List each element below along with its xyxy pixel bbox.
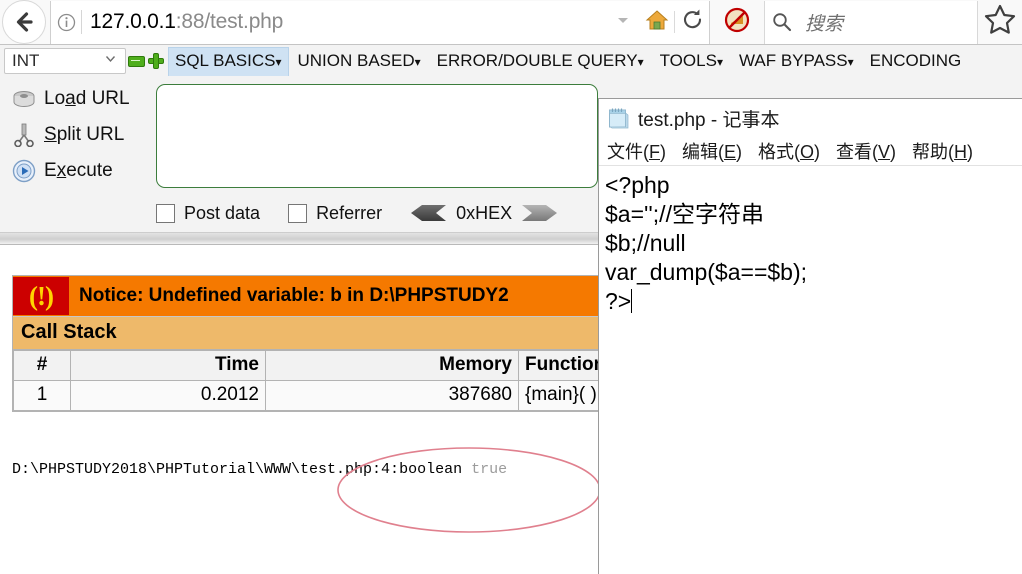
caret-down-icon: ▾ (414, 54, 421, 69)
increase-button[interactable] (146, 48, 166, 74)
split-url-label: Split URL (44, 124, 125, 145)
dump-value: true (471, 461, 508, 478)
address-bar-dropdown-button[interactable] (606, 0, 640, 44)
bookmark-button[interactable] (978, 0, 1022, 44)
minus-icon (127, 55, 145, 67)
back-button[interactable] (2, 0, 46, 44)
back-arrow-icon (11, 9, 37, 35)
type-select[interactable]: INT (4, 48, 126, 74)
home-button[interactable] (640, 0, 674, 44)
search-icon (765, 0, 799, 44)
address-bar[interactable]: 127.0.0.1:88/test.php (50, 0, 710, 44)
star-bookmark-icon (983, 3, 1017, 42)
load-url-icon (4, 88, 44, 110)
notepad-editor[interactable]: <?php $a='';//空字符串 $b;//null var_dump($a… (599, 166, 1022, 316)
split-url-icon (4, 123, 44, 147)
cell-num: 1 (13, 380, 71, 411)
hex-decode-button[interactable] (410, 203, 448, 223)
menu-error-double-query[interactable]: ERROR/DOUBLE QUERY▾ (430, 47, 651, 76)
plus-icon (148, 53, 164, 69)
notepad-menubar: 文件(F) 编辑(E) 格式(O) 查看(V) 帮助(H) (599, 137, 1022, 166)
type-select-value: INT (12, 51, 40, 70)
menu-format[interactable]: 格式(O) (758, 138, 820, 164)
load-url-button[interactable]: Load URL (4, 81, 146, 117)
referrer-checkbox[interactable] (288, 203, 308, 223)
cell-memory: 387680 (265, 380, 519, 411)
col-header-time: Time (70, 350, 266, 381)
menu-tools[interactable]: TOOLS▾ (653, 47, 730, 76)
menu-help[interactable]: 帮助(H) (912, 138, 973, 164)
menu-label: TOOLS (659, 50, 717, 70)
notepad-titlebar[interactable]: test.php - 记事本 (599, 99, 1022, 137)
hex-encode-button[interactable] (520, 203, 558, 223)
url-textarea[interactable] (156, 84, 598, 188)
hackbar-actions: Load URL Split URL Execute (4, 81, 146, 189)
menu-label: ENCODING (869, 50, 962, 70)
reload-button[interactable] (675, 0, 709, 44)
menu-encoding[interactable]: ENCODING (863, 47, 969, 76)
decrease-button[interactable] (126, 48, 146, 74)
notepad-icon (607, 107, 629, 129)
menu-label: ERROR/DOUBLE QUERY (436, 50, 638, 70)
chevron-down-icon (615, 12, 631, 33)
noscript-button[interactable] (710, 0, 764, 44)
caret-down-icon: ▾ (847, 54, 854, 69)
hex-label: 0xHEX (456, 202, 513, 223)
menu-file[interactable]: 文件(F) (607, 138, 666, 164)
noscript-blocked-icon (723, 6, 751, 39)
load-url-label: Load URL (44, 88, 130, 109)
notepad-content: <?php $a='';//空字符串 $b;//null var_dump($a… (605, 172, 808, 314)
post-data-checkbox[interactable] (156, 203, 175, 223)
dump-path: D:\PHPSTUDY2018\PHPTutorial\WWW\test.php… (12, 461, 472, 478)
text-caret (631, 289, 633, 313)
address-bar-url: 127.0.0.1:88/test.php (90, 10, 284, 33)
execute-label: Execute (44, 160, 113, 181)
menu-view[interactable]: 查看(V) (836, 138, 896, 164)
caret-down-icon: ▾ (716, 54, 723, 69)
menu-waf-bypass[interactable]: WAF BYPASS▾ (732, 47, 861, 76)
notepad-title-text: test.php - 记事本 (638, 109, 780, 131)
referrer-label: Referrer (316, 202, 383, 223)
menu-sql-basics[interactable]: SQL BASICS▾ (168, 46, 289, 76)
notepad-window[interactable]: test.php - 记事本 文件(F) 编辑(E) 格式(O) 查看(V) 帮… (598, 98, 1022, 574)
menu-union-based[interactable]: UNION BASED▾ (291, 47, 428, 76)
var-dump-output: D:\PHPSTUDY2018\PHPTutorial\WWW\test.php… (12, 461, 507, 478)
hackbar-menubar: INT SQL BASICS▾ UNION BASED▾ ERROR/DOUBL… (0, 45, 1022, 77)
warning-icon: (!) (13, 277, 69, 315)
home-icon (645, 8, 669, 37)
caret-down-icon: ▾ (637, 54, 644, 69)
caret-down-icon: ▾ (275, 54, 282, 69)
col-header-num: # (13, 350, 71, 381)
browser-toolbar: 127.0.0.1:88/test.php 搜索 (0, 0, 1022, 45)
search-field[interactable]: 搜索 (764, 0, 978, 44)
menu-label: SQL BASICS (175, 50, 276, 70)
execute-icon (4, 159, 44, 183)
notice-message: Notice: Undefined variable: b in D:\PHPS… (79, 285, 509, 306)
execute-button[interactable]: Execute (4, 153, 146, 189)
search-placeholder: 搜索 (805, 13, 844, 35)
col-header-memory: Memory (265, 350, 519, 381)
reload-icon (681, 8, 704, 36)
hackbar-options: Post data Referrer 0xHEX (156, 198, 558, 228)
menu-label: UNION BASED (297, 50, 415, 70)
info-circle-icon[interactable] (51, 13, 81, 32)
cell-time: 0.2012 (70, 380, 266, 411)
menu-edit[interactable]: 编辑(E) (682, 138, 742, 164)
post-data-label: Post data (184, 202, 261, 223)
menu-label: WAF BYPASS (738, 50, 848, 70)
chevron-down-icon (104, 52, 125, 70)
address-bar-divider (81, 10, 82, 34)
split-url-button[interactable]: Split URL (4, 117, 146, 153)
